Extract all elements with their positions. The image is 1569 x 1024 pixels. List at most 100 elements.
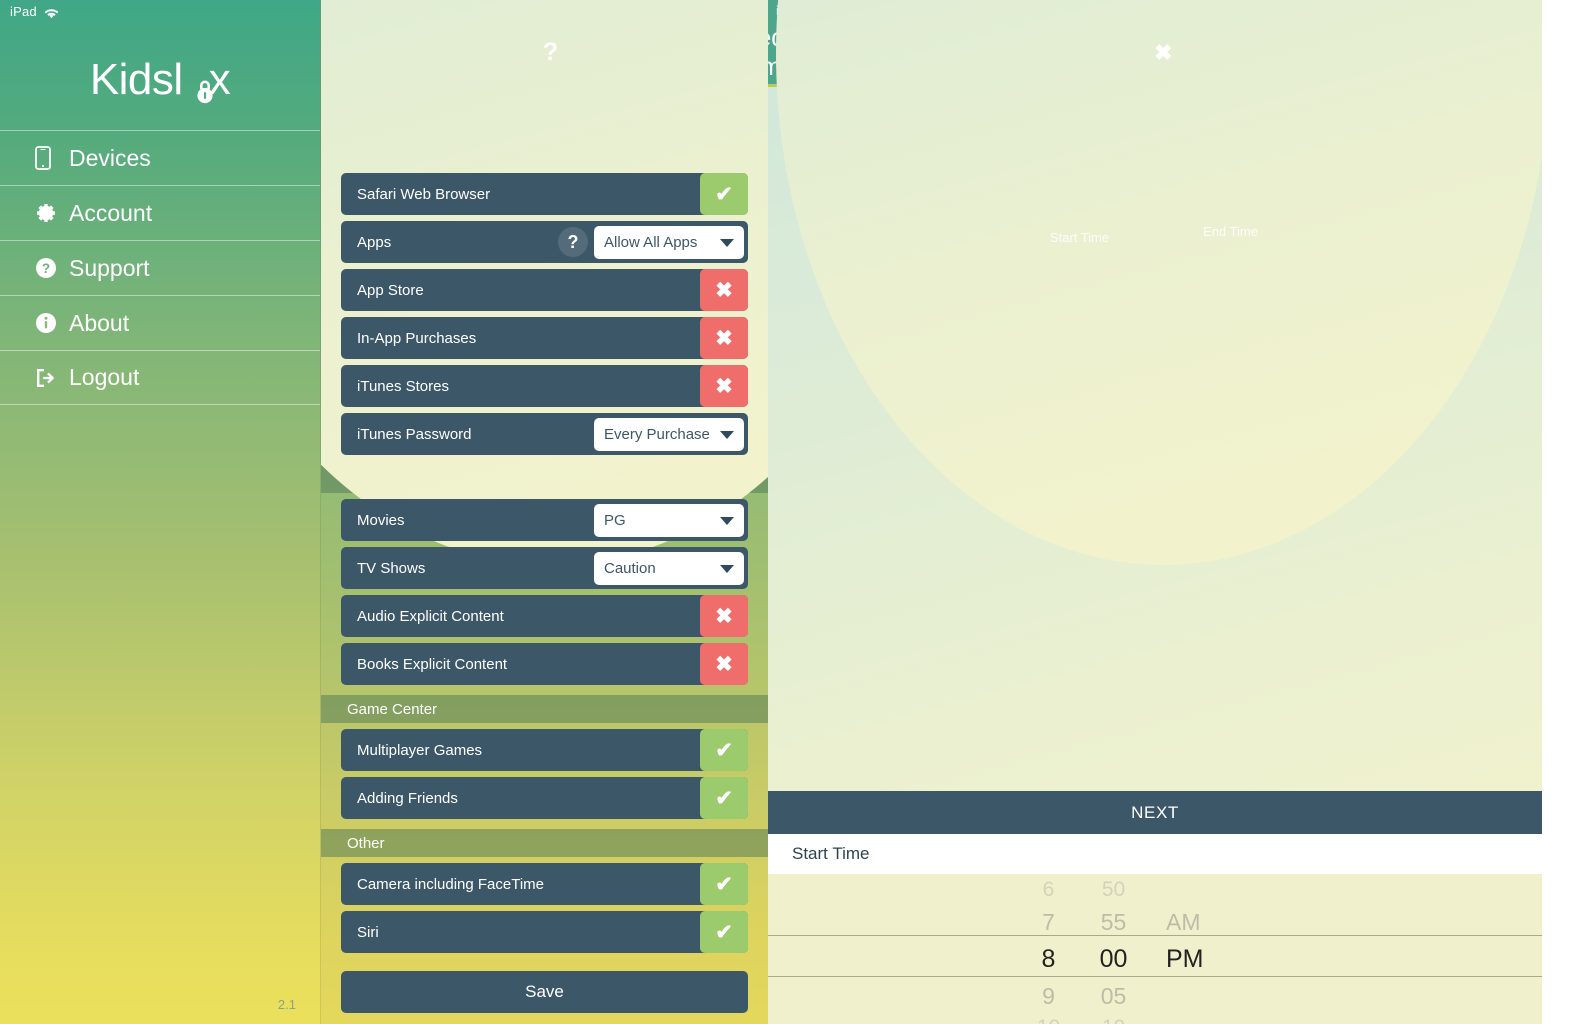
picker-wheels: 6 7 8 9 10 50 55 00 05 10 AM PM: [1016, 874, 1256, 1024]
select-value: Allow All Apps: [604, 234, 698, 251]
save-button[interactable]: Save: [341, 971, 748, 1013]
time-picker[interactable]: 6 7 8 9 10 50 55 00 05 10 AM PM: [768, 874, 1542, 1024]
row-label: Siri: [357, 923, 379, 941]
row-itunes-stores: iTunes Stores ✖: [341, 365, 748, 407]
sidebar-item-about[interactable]: About: [0, 295, 320, 350]
wheel-item[interactable]: AM: [1166, 906, 1256, 938]
row-label: In-App Purchases: [357, 329, 477, 347]
app-logo: Kidsl x: [0, 55, 320, 105]
wheel-item[interactable]: [1166, 980, 1256, 1012]
toggle-block[interactable]: ✖: [700, 365, 748, 407]
wheel-item-selected[interactable]: PM: [1166, 938, 1256, 980]
wheel-item[interactable]: 10: [1016, 1012, 1081, 1024]
wheel-item[interactable]: [1166, 874, 1256, 906]
device-restrictions-panel: 13:55 82% iPad ? Modes Child Restriction…: [320, 0, 768, 1024]
wheel-item[interactable]: 05: [1081, 980, 1146, 1012]
select-movies[interactable]: PG: [594, 504, 744, 537]
end-time-label: End Time: [1203, 223, 1258, 239]
sidebar-item-support[interactable]: ? Support: [0, 240, 320, 295]
row-label: Safari Web Browser: [357, 185, 491, 203]
row-camera-including-facetime: Camera including FaceTime ✔: [341, 863, 748, 905]
bedtime-wizard-panel: iPad 13:57 81% Bed Time ✖ 3/4: [768, 0, 1542, 1024]
row-multiplayer-games: Multiplayer Games ✔: [341, 729, 748, 771]
ampm-wheel[interactable]: AM PM: [1146, 874, 1256, 1024]
close-icon: ✖: [1154, 40, 1173, 65]
sidebar-item-label: Support: [69, 254, 150, 281]
select-tv-shows[interactable]: Caution: [594, 552, 744, 585]
toggle-block[interactable]: ✖: [700, 317, 748, 359]
next-button[interactable]: NEXT: [768, 791, 1542, 834]
wheel-item[interactable]: 7: [1016, 906, 1081, 938]
toggle-block[interactable]: ✖: [700, 595, 748, 637]
wheel-item-selected[interactable]: 8: [1016, 938, 1081, 980]
toggle-block[interactable]: ✖: [700, 643, 748, 685]
row-safari-web-browser: Safari Web Browser ✔: [341, 173, 748, 215]
row-tv-shows: TV Shows Caution: [341, 547, 748, 589]
sidebar-item-account[interactable]: Account: [0, 185, 320, 240]
toggle-block[interactable]: ✖: [700, 269, 748, 311]
toggle-allow[interactable]: ✔: [700, 863, 748, 905]
app-screenshot: iPad Kidsl x Devices Account ? Support A…: [0, 0, 1569, 1024]
row-audio-explicit-content: Audio Explicit Content ✖: [341, 595, 748, 637]
toggle-allow[interactable]: ✔: [700, 911, 748, 953]
toggle-allow[interactable]: ✔: [700, 173, 748, 215]
gear-icon: [35, 202, 69, 224]
toggle-allow[interactable]: ✔: [700, 729, 748, 771]
sidebar-item-devices[interactable]: Devices: [0, 130, 320, 185]
row-label: Multiplayer Games: [357, 741, 483, 759]
row-label: Audio Explicit Content: [357, 607, 504, 625]
logo-text-before: Kidsl: [89, 55, 183, 104]
app-version: 2.1: [277, 997, 296, 1012]
row-label: Adding Friends: [357, 789, 458, 807]
sidebar-item-label: Devices: [69, 144, 151, 171]
apps-help-icon[interactable]: ?: [558, 227, 588, 257]
wheel-item[interactable]: 6: [1016, 874, 1081, 906]
chevron-down-icon: [720, 516, 734, 525]
row-siri: Siri ✔: [341, 911, 748, 953]
row-movies: Movies PG: [341, 499, 748, 541]
wheel-item[interactable]: 10: [1081, 1012, 1146, 1024]
section-header: Game Center: [321, 695, 768, 723]
select-value: Every Purchase: [604, 426, 710, 443]
wifi-icon: [44, 7, 59, 19]
sidebar-item-label: Account: [69, 199, 153, 226]
select-itunes-password[interactable]: Every Purchase: [594, 418, 744, 451]
select-value: Caution: [604, 560, 656, 577]
minute-wheel[interactable]: 50 55 00 05 10: [1081, 874, 1146, 1024]
close-button[interactable]: ✖: [776, 0, 1542, 565]
status-device-label: iPad: [10, 4, 37, 19]
phone-icon: [35, 146, 69, 170]
question-circle-icon: ?: [35, 257, 69, 279]
select-value: PG: [604, 512, 626, 529]
chevron-down-icon: [720, 238, 734, 247]
row-in-app-purchases: In-App Purchases ✖: [341, 317, 748, 359]
logout-icon: [35, 367, 69, 389]
row-books-explicit-content: Books Explicit Content ✖: [341, 643, 748, 685]
wheel-item[interactable]: 50: [1081, 874, 1146, 906]
chevron-down-icon: [720, 430, 734, 439]
row-apps: Apps ? Allow All Apps: [341, 221, 748, 263]
hour-wheel[interactable]: 6 7 8 9 10: [1016, 874, 1081, 1024]
row-label: Camera including FaceTime: [357, 875, 545, 893]
row-label: Books Explicit Content: [357, 655, 508, 673]
sidebar: iPad Kidsl x Devices Account ? Support A…: [0, 0, 320, 1024]
select-apps[interactable]: Allow All Apps: [594, 226, 744, 259]
wheel-item[interactable]: 9: [1016, 980, 1081, 1012]
row-itunes-password: iTunes Password Every Purchase: [341, 413, 748, 455]
row-app-store: App Store ✖: [341, 269, 748, 311]
sidebar-nav: Devices Account ? Support About Logout: [0, 130, 320, 405]
sidebar-item-label: About: [69, 309, 130, 336]
section-header: Other: [321, 829, 768, 857]
lock-icon: [194, 65, 216, 104]
row-label: iTunes Stores: [357, 377, 449, 395]
wheel-item-selected[interactable]: 00: [1081, 938, 1146, 980]
right-header: Bed Time ✖: [768, 0, 1542, 565]
question-mark-icon: ?: [542, 38, 559, 66]
sidebar-item-label: Logout: [69, 364, 140, 390]
start-time-label: Start Time: [1049, 230, 1110, 246]
picker-title: Start Time: [768, 834, 1542, 874]
wheel-item[interactable]: 55: [1081, 906, 1146, 938]
toggle-allow[interactable]: ✔: [700, 777, 748, 819]
wheel-item[interactable]: [1166, 1012, 1256, 1024]
sidebar-item-logout[interactable]: Logout: [0, 350, 320, 405]
